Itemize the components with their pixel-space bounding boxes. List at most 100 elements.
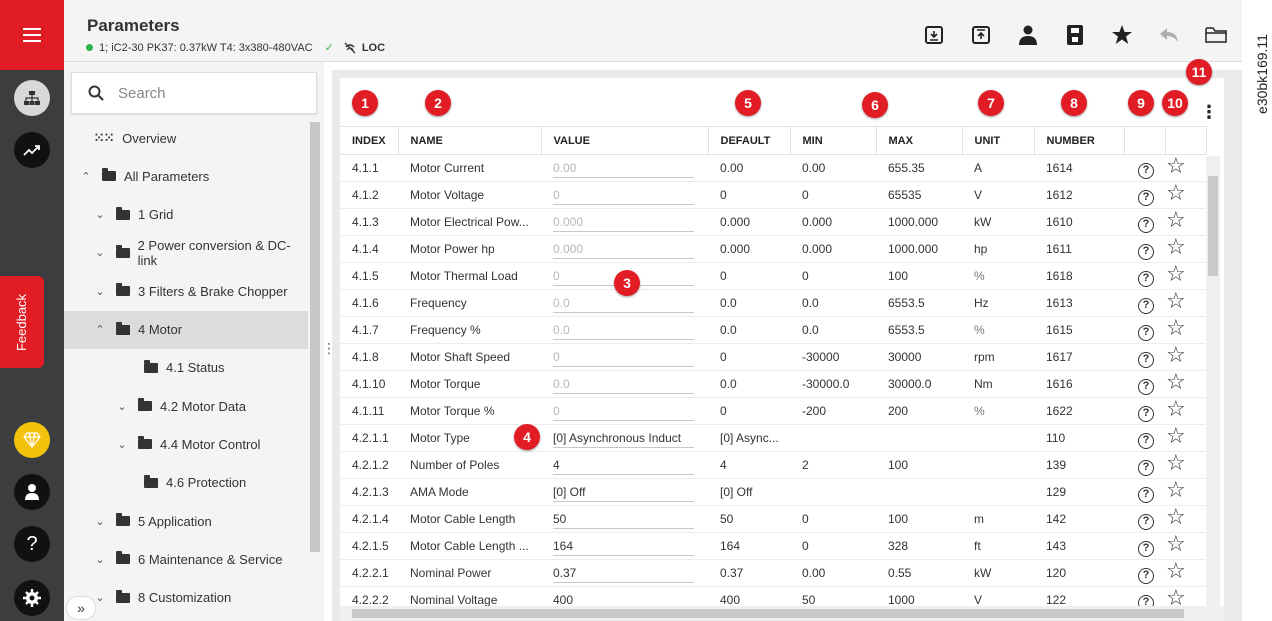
help-icon[interactable]: ? <box>1138 540 1154 557</box>
column-header-value[interactable]: VALUE <box>541 126 709 155</box>
favorite-star-icon[interactable]: ☆ <box>1166 236 1186 259</box>
open-folder-button[interactable] <box>1204 23 1228 47</box>
tree-item[interactable]: ⌄ 6 Maintenance & Service <box>64 540 308 578</box>
help-icon[interactable]: ? <box>1138 351 1154 368</box>
tree-item[interactable]: ⌃ 4 Motor <box>64 310 308 349</box>
chevron-down-icon[interactable]: ⌄ <box>114 438 130 451</box>
column-header-name[interactable]: NAME <box>398 126 542 155</box>
favorite-star-icon[interactable]: ☆ <box>1166 263 1186 286</box>
grid-icon: ⁙⁙ <box>94 131 115 145</box>
cell-value[interactable]: 4 <box>541 451 708 479</box>
parameters-nav-button[interactable] <box>14 80 50 116</box>
trend-nav-button[interactable] <box>14 132 50 168</box>
tree-scrollbar[interactable] <box>310 122 320 552</box>
tree-item[interactable]: ⌄ 4.4 Motor Control <box>64 425 308 463</box>
download-button[interactable] <box>922 23 946 47</box>
upload-button[interactable] <box>969 23 993 47</box>
help-button[interactable]: ? <box>14 526 50 562</box>
user-button[interactable] <box>14 474 50 510</box>
column-header-number[interactable]: NUMBER <box>1034 126 1125 155</box>
chevron-up-icon[interactable]: ⌃ <box>78 170 94 183</box>
cell-default: 0.0 <box>708 289 790 317</box>
favorite-star-icon[interactable]: ☆ <box>1166 479 1186 502</box>
help-icon[interactable]: ? <box>1138 162 1154 179</box>
chevron-down-icon[interactable]: ⌄ <box>92 246 108 259</box>
favorites-button[interactable] <box>1110 23 1134 47</box>
expand-rail-button[interactable]: » <box>66 596 96 620</box>
cell-index: 4.2.1.3 <box>340 478 398 506</box>
save-button[interactable] <box>1063 23 1087 47</box>
scroll-thumb[interactable] <box>352 609 1184 618</box>
chevron-down-icon[interactable]: ⌄ <box>92 553 108 566</box>
cell-value[interactable]: [0] Off <box>541 478 708 506</box>
undo-button[interactable] <box>1157 23 1181 47</box>
help-icon[interactable]: ? <box>1138 486 1154 503</box>
settings-button[interactable] <box>14 580 50 616</box>
tree-item[interactable]: ⌃ All Parameters <box>64 157 308 195</box>
favorite-star-icon[interactable]: ☆ <box>1166 425 1186 448</box>
help-icon[interactable]: ? <box>1138 324 1154 341</box>
chevron-up-icon[interactable]: ⌃ <box>92 323 108 336</box>
help-icon[interactable]: ? <box>1138 405 1154 422</box>
help-icon[interactable]: ? <box>1138 297 1154 314</box>
favorite-star-icon[interactable]: ☆ <box>1166 290 1186 313</box>
tree-item[interactable]: ⌄ 2 Power conversion & DC-link <box>64 234 308 272</box>
cell-value: 0 <box>541 343 708 371</box>
favorite-star-icon[interactable]: ☆ <box>1166 533 1186 556</box>
help-icon[interactable]: ? <box>1138 567 1154 584</box>
favorite-star-icon[interactable]: ☆ <box>1166 506 1186 529</box>
tree-item[interactable]: ⌄ 3 Filters & Brake Chopper <box>64 272 308 310</box>
hamburger-menu-button[interactable] <box>0 0 64 70</box>
cell-value[interactable]: 0.37 <box>541 559 708 587</box>
help-icon[interactable]: ? <box>1138 189 1154 206</box>
favorite-star-icon[interactable]: ☆ <box>1166 452 1186 475</box>
cell-number: 1617 <box>1034 343 1124 371</box>
chevron-down-icon[interactable]: ⌄ <box>92 285 108 298</box>
search-box[interactable]: Search <box>71 72 317 114</box>
help-icon[interactable]: ? <box>1138 270 1154 287</box>
table-horizontal-scrollbar[interactable] <box>340 606 1224 621</box>
cell-value[interactable]: 50 <box>541 505 708 533</box>
help-icon[interactable]: ? <box>1138 243 1154 260</box>
cell-unit: m <box>962 505 1034 533</box>
favorite-star-icon[interactable]: ☆ <box>1166 344 1186 367</box>
chevron-down-icon[interactable]: ⌄ <box>114 400 130 413</box>
column-header-max[interactable]: MAX <box>876 126 963 155</box>
tree-item[interactable]: ⌄ 1 Grid <box>64 196 308 234</box>
tree-item[interactable]: 4.6 Protection <box>64 464 308 502</box>
tree-item[interactable]: ⌄ 4.2 Motor Data <box>64 387 308 425</box>
scroll-thumb[interactable] <box>1208 176 1218 276</box>
favorite-star-icon[interactable]: ☆ <box>1166 371 1186 394</box>
help-icon[interactable]: ? <box>1138 216 1154 233</box>
cell-value[interactable]: 164 <box>541 532 708 560</box>
favorite-star-icon[interactable]: ☆ <box>1166 209 1186 232</box>
chevron-down-icon[interactable]: ⌄ <box>92 515 108 528</box>
feedback-button[interactable]: Feedback <box>0 276 44 368</box>
help-icon[interactable]: ? <box>1138 513 1154 530</box>
favorite-star-icon[interactable]: ☆ <box>1166 182 1186 205</box>
favorite-star-icon[interactable]: ☆ <box>1166 155 1186 178</box>
tree-item[interactable]: ⁙⁙ Overview <box>64 119 308 157</box>
callout-marker: 9 <box>1128 90 1154 116</box>
user-profile-button[interactable] <box>1016 23 1040 47</box>
favorite-star-icon[interactable]: ☆ <box>1166 317 1186 340</box>
tree-item[interactable]: ⌄ 5 Application <box>64 502 308 540</box>
chevron-down-icon[interactable]: ⌄ <box>92 208 108 221</box>
value-underline <box>553 366 694 367</box>
cell-min: -200 <box>790 397 876 425</box>
more-options-button[interactable]: ⋮ <box>1200 102 1218 123</box>
help-icon[interactable]: ? <box>1138 459 1154 476</box>
help-icon[interactable]: ? <box>1138 432 1154 449</box>
column-header-index[interactable]: INDEX <box>340 126 399 155</box>
premium-button[interactable] <box>14 422 50 458</box>
tree-item[interactable]: ⌄ 8 Customization <box>64 579 308 617</box>
favorite-star-icon[interactable]: ☆ <box>1166 398 1186 421</box>
tree-item[interactable]: 4.1 Status <box>64 349 308 387</box>
column-header-unit[interactable]: UNIT <box>962 126 1035 155</box>
favorite-star-icon[interactable]: ☆ <box>1166 560 1186 583</box>
table-vertical-scrollbar[interactable] <box>1206 156 1220 606</box>
help-icon[interactable]: ? <box>1138 378 1154 395</box>
column-header-min[interactable]: MIN <box>790 126 877 155</box>
column-header-default[interactable]: DEFAULT <box>708 126 791 155</box>
cell-value[interactable]: [0] Asynchronous Induct <box>541 424 708 452</box>
